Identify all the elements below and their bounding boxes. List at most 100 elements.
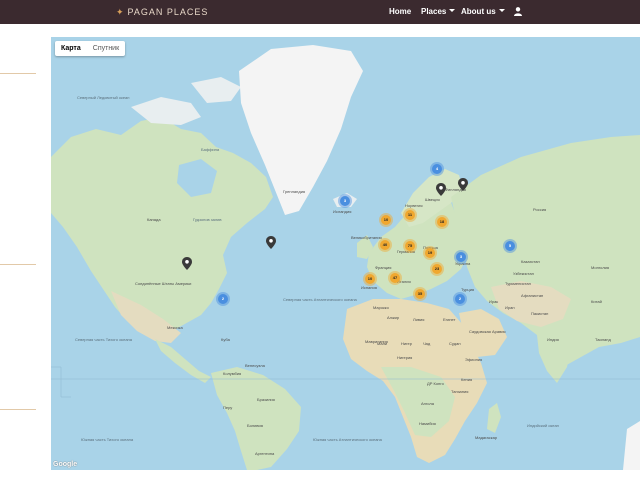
- map-label: Алжир: [387, 315, 400, 320]
- nav-home[interactable]: Home: [389, 7, 411, 17]
- date-line: [51, 366, 71, 398]
- ice-edge: [623, 421, 640, 470]
- arctic-islands: [131, 97, 201, 125]
- nav-places[interactable]: Places: [421, 7, 456, 17]
- map-label: Северный Ледовитый океан: [77, 95, 130, 100]
- map-label: Судан: [449, 341, 461, 346]
- map-label: Ливия: [413, 317, 425, 322]
- brand-name: PAGAN PLACES: [127, 7, 209, 17]
- map-label: Китай: [591, 299, 602, 304]
- map-label: Южная часть Атлантического океана: [313, 437, 382, 442]
- north-america: [51, 117, 273, 339]
- panel-divider: [0, 409, 36, 410]
- map-label: Колумбия: [223, 371, 242, 376]
- map-label: Танзания: [451, 389, 469, 394]
- nav-places-label: Places: [421, 7, 447, 16]
- map-pin-icon[interactable]: [436, 183, 446, 196]
- map-label: Мадагаскар: [475, 435, 498, 440]
- nav-about-label: About us: [461, 7, 496, 16]
- nav-about-us[interactable]: About us: [461, 7, 505, 17]
- map-label: Боливия: [247, 423, 263, 428]
- brand-logo[interactable]: ✦ PAGAN PLACES: [116, 6, 208, 18]
- place-cluster[interactable]: 23: [432, 264, 442, 274]
- map-label: Куба: [221, 337, 230, 342]
- map-label: Венесуэла: [245, 363, 265, 368]
- place-cluster[interactable]: 47: [390, 273, 400, 283]
- map-label: ДР Конго: [427, 381, 444, 386]
- panel-divider: [0, 73, 36, 74]
- map-label: Саудовская Аравия: [469, 329, 506, 334]
- map-label: Пакистан: [531, 311, 549, 316]
- map-label: Египет: [443, 317, 456, 322]
- place-cluster[interactable]: 10: [365, 274, 375, 284]
- map-label: Исландия: [333, 209, 352, 214]
- map-label: Туркменистан: [505, 281, 531, 286]
- map-label: Нигер: [401, 341, 412, 346]
- brand-star-icon: ✦: [116, 6, 125, 17]
- map-label: Бразилия: [257, 397, 275, 402]
- place-cluster[interactable]: 2: [218, 294, 228, 304]
- map-label: Соединённые Штаты Америки: [135, 281, 192, 286]
- map-pin-icon[interactable]: [182, 257, 192, 270]
- place-cluster[interactable]: 40: [380, 240, 390, 250]
- place-cluster[interactable]: 3: [456, 252, 466, 262]
- map-label: Баффина: [201, 147, 220, 152]
- place-cluster[interactable]: 3: [340, 196, 350, 206]
- map-label: Казахстан: [521, 259, 540, 264]
- map-land-layer: [51, 45, 640, 470]
- left-panel: [0, 24, 50, 480]
- google-logo[interactable]: Google: [53, 461, 77, 468]
- map-label: Норвегия: [405, 203, 423, 208]
- map-label: Ангола: [421, 401, 434, 406]
- place-cluster[interactable]: 18: [437, 217, 447, 227]
- place-cluster[interactable]: 11: [405, 210, 415, 220]
- map-label: Гренландия: [283, 189, 306, 194]
- map-label: Марокко: [373, 305, 389, 310]
- map-label: Монголия: [591, 265, 610, 270]
- map-label: Швеция: [425, 197, 440, 202]
- place-cluster[interactable]: 75: [405, 241, 415, 251]
- map-pin-icon[interactable]: [266, 236, 276, 249]
- map-label: Великобритания: [351, 235, 382, 240]
- map-label: Россия: [533, 207, 547, 212]
- map-type-control: Карта Спутник: [55, 41, 126, 56]
- map-label: Узбекистан: [513, 271, 534, 276]
- map-type-satellite-button[interactable]: Спутник: [87, 41, 125, 56]
- central-america: [155, 339, 211, 383]
- map-label: Иран: [505, 305, 515, 310]
- arctic-islands: [191, 77, 241, 103]
- map-label: Франция: [375, 265, 392, 270]
- place-cluster[interactable]: 10: [381, 215, 391, 225]
- map-label: Гудзонов залив: [193, 217, 222, 222]
- madagascar: [487, 403, 501, 433]
- map-label: Эфиопия: [465, 357, 483, 362]
- place-cluster[interactable]: 2: [455, 294, 465, 304]
- map-label: Аргентина: [255, 451, 275, 456]
- map-label: Мексика: [167, 325, 183, 330]
- user-icon[interactable]: [514, 7, 522, 16]
- map-label: Канада: [147, 217, 161, 222]
- place-cluster[interactable]: 5: [505, 241, 515, 251]
- world-map[interactable]: Карта Спутник Северный Ледовитый океан Б…: [51, 37, 640, 470]
- map-label: Перу: [223, 405, 233, 410]
- map-label: Мали: [377, 341, 388, 346]
- map-label: Испания: [361, 285, 377, 290]
- map-pin-icon[interactable]: [458, 178, 468, 191]
- map-label: Чад: [423, 341, 431, 346]
- place-cluster[interactable]: 4: [432, 164, 442, 174]
- map-label: Кения: [461, 377, 473, 382]
- place-cluster[interactable]: 35: [415, 289, 425, 299]
- chevron-down-icon: [449, 9, 456, 12]
- map-label: Ирак: [489, 299, 499, 304]
- map-type-map-button[interactable]: Карта: [55, 41, 87, 56]
- map-label: Нигерия: [397, 355, 413, 360]
- map-label: Северная часть Тихого океана: [75, 337, 132, 342]
- map-label: Индийский океан: [527, 423, 559, 428]
- place-cluster[interactable]: 19: [425, 248, 435, 258]
- map-label: Намибия: [419, 421, 436, 426]
- map-label: Южная часть Тихого океана: [81, 437, 134, 442]
- map-label: Афганистан: [521, 293, 544, 298]
- map-label: Индия: [547, 337, 559, 342]
- map-label: Таиланд: [595, 337, 611, 342]
- map-label: Турция: [461, 287, 475, 292]
